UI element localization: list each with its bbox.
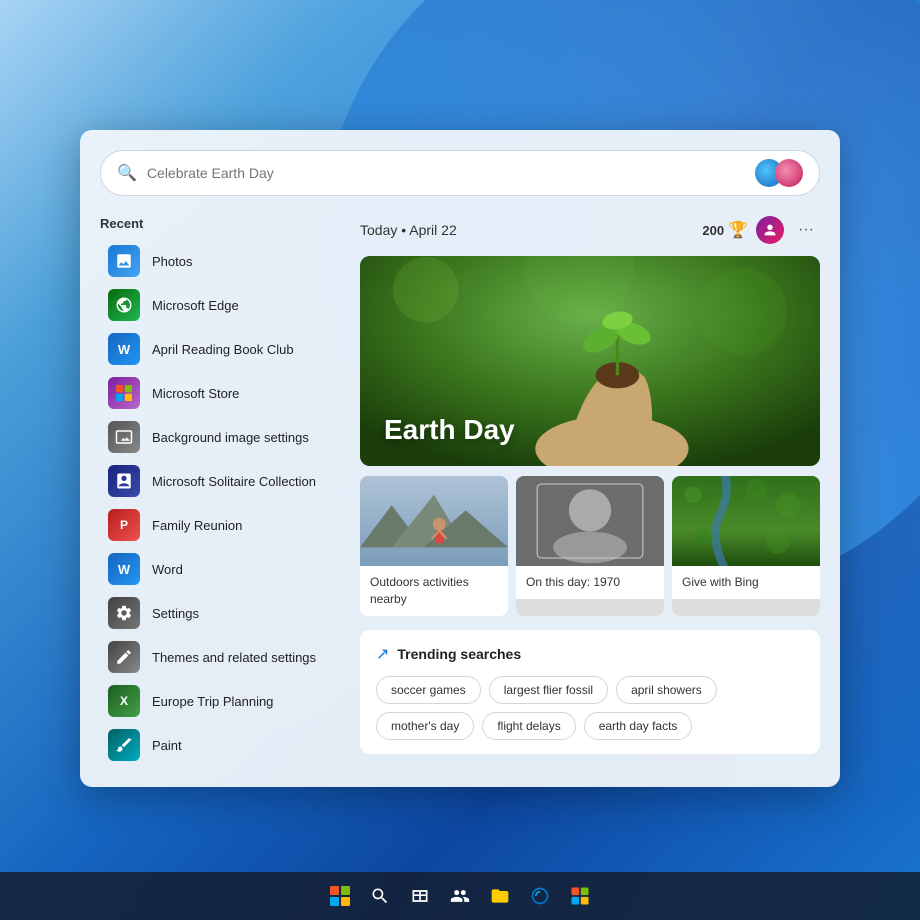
trending-arrow-icon: ↗ — [376, 644, 389, 664]
panel-actions: 200 🏆 ··· — [702, 216, 820, 244]
sidebar-item-themes[interactable]: Themes and related settings — [100, 635, 340, 679]
bg-label: Background image settings — [152, 430, 309, 445]
taskbar-taskview[interactable] — [402, 878, 438, 914]
search-bar: 🔍 Celebrate Earth Day — [100, 150, 820, 196]
sidebar-item-book-club[interactable]: W April Reading Book Club — [100, 327, 340, 371]
family-icon: P — [108, 509, 140, 541]
bing-badges — [755, 159, 803, 187]
sidebar-title: Recent — [100, 216, 340, 231]
outdoors-caption: Outdoors activities nearby — [360, 566, 508, 616]
solitaire-label: Microsoft Solitaire Collection — [152, 474, 316, 489]
right-panel: Today • April 22 200 🏆 ··· — [360, 216, 820, 767]
search-icon: 🔍 — [117, 163, 137, 183]
points-value: 200 — [702, 223, 724, 238]
search-input[interactable]: Celebrate Earth Day — [147, 165, 755, 181]
sidebar-item-europe[interactable]: X Europe Trip Planning — [100, 679, 340, 723]
store-icon — [108, 377, 140, 409]
family-label: Family Reunion — [152, 518, 242, 533]
bg-icon — [108, 421, 140, 453]
thumbnail-row: Outdoors activities nearby — [360, 476, 820, 616]
history-caption: On this day: 1970 — [516, 566, 664, 599]
chip-april[interactable]: april showers — [616, 676, 717, 704]
photos-icon — [108, 245, 140, 277]
settings-icon — [108, 597, 140, 629]
europe-label: Europe Trip Planning — [152, 694, 273, 709]
panel-header: Today • April 22 200 🏆 ··· — [360, 216, 820, 244]
themes-label: Themes and related settings — [152, 650, 316, 665]
chip-earth[interactable]: earth day facts — [584, 712, 693, 740]
store-label: Microsoft Store — [152, 386, 239, 401]
edge-label: Microsoft Edge — [152, 298, 239, 313]
hero-label: Earth Day — [384, 414, 515, 446]
taskbar-teams[interactable] — [442, 878, 478, 914]
sidebar-item-family[interactable]: P Family Reunion — [100, 503, 340, 547]
points-badge: 200 🏆 — [702, 220, 748, 240]
paint-label: Paint — [152, 738, 182, 753]
give-caption: Give with Bing — [672, 566, 820, 599]
excel-icon: X — [108, 685, 140, 717]
card-history[interactable]: On this day: 1970 — [516, 476, 664, 616]
trending-chips: soccer games largest flier fossil april … — [376, 676, 804, 740]
word-book-icon: W — [108, 333, 140, 365]
themes-icon — [108, 641, 140, 673]
chip-mothers[interactable]: mother's day — [376, 712, 474, 740]
card-outdoors[interactable]: Outdoors activities nearby — [360, 476, 508, 616]
taskbar-edge[interactable] — [522, 878, 558, 914]
chip-soccer[interactable]: soccer games — [376, 676, 481, 704]
sidebar-item-word[interactable]: W Word — [100, 547, 340, 591]
word-icon: W — [108, 553, 140, 585]
sidebar-item-paint[interactable]: Paint — [100, 723, 340, 767]
badge-pink — [775, 159, 803, 187]
edge-icon — [108, 289, 140, 321]
chip-flight[interactable]: flight delays — [482, 712, 575, 740]
trophy-icon: 🏆 — [728, 220, 748, 240]
trending-header: ↗ Trending searches — [376, 644, 804, 664]
trending-title: Trending searches — [397, 646, 521, 662]
word-label: Word — [152, 562, 183, 577]
sidebar-item-photos[interactable]: Photos — [100, 239, 340, 283]
chip-fossil[interactable]: largest flier fossil — [489, 676, 608, 704]
taskbar-store[interactable] — [562, 878, 598, 914]
content-area: Recent Photos Microsoft Edge W April Rea… — [100, 216, 820, 767]
avatar[interactable] — [756, 216, 784, 244]
taskbar-start-button[interactable] — [322, 878, 358, 914]
book-club-label: April Reading Book Club — [152, 342, 294, 357]
hero-image[interactable]: Earth Day — [360, 256, 820, 466]
paint-icon — [108, 729, 140, 761]
trending-section: ↗ Trending searches soccer games largest… — [360, 630, 820, 754]
sidebar-item-store[interactable]: Microsoft Store — [100, 371, 340, 415]
sidebar-item-bg[interactable]: Background image settings — [100, 415, 340, 459]
settings-label: Settings — [152, 606, 199, 621]
more-button[interactable]: ··· — [792, 216, 820, 244]
sidebar: Recent Photos Microsoft Edge W April Rea… — [100, 216, 340, 767]
photos-label: Photos — [152, 254, 192, 269]
taskbar-files[interactable] — [482, 878, 518, 914]
solitaire-icon — [108, 465, 140, 497]
sidebar-item-solitaire[interactable]: Microsoft Solitaire Collection — [100, 459, 340, 503]
taskbar — [0, 872, 920, 920]
sidebar-item-settings[interactable]: Settings — [100, 591, 340, 635]
taskbar-search[interactable] — [362, 878, 398, 914]
card-give[interactable]: Give with Bing — [672, 476, 820, 616]
sidebar-item-edge[interactable]: Microsoft Edge — [100, 283, 340, 327]
start-menu: 🔍 Celebrate Earth Day Recent Photos Micr — [80, 130, 840, 787]
panel-date: Today • April 22 — [360, 222, 457, 238]
